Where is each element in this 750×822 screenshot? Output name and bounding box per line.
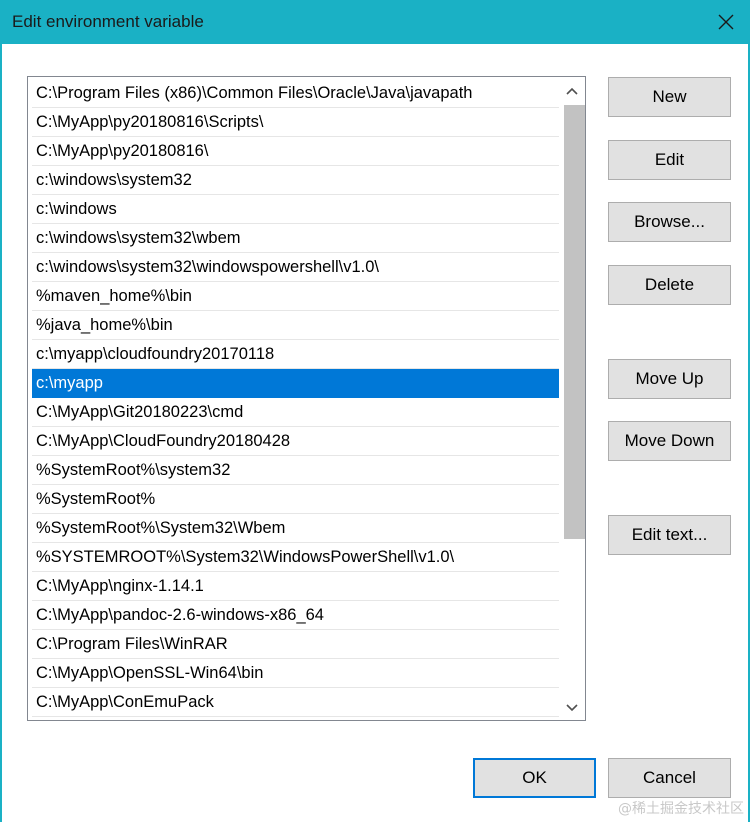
scroll-thumb[interactable] <box>564 105 585 539</box>
list-item[interactable]: c:\windows\system32\wbem <box>32 224 560 253</box>
edit-text-button[interactable]: Edit text... <box>608 515 731 555</box>
edit-button[interactable]: Edit <box>608 140 731 180</box>
new-button[interactable]: New <box>608 77 731 117</box>
list-item[interactable]: C:\MyApp\pandoc-2.6-windows-x86_64 <box>32 601 560 630</box>
ok-button[interactable]: OK <box>473 758 596 798</box>
list-item[interactable]: %java_home%\bin <box>32 311 560 340</box>
delete-button[interactable]: Delete <box>608 265 731 305</box>
list-item[interactable]: %SystemRoot% <box>32 485 560 514</box>
list-item[interactable]: C:\Program Files\WinRAR <box>32 630 560 659</box>
list-item[interactable]: %maven_home%\bin <box>32 282 560 311</box>
list-item[interactable]: %SystemRoot%\System32\Wbem <box>32 514 560 543</box>
list-item[interactable]: C:\MyApp\py20180816\Scripts\ <box>32 108 560 137</box>
list-item[interactable]: %SystemRoot%\system32 <box>32 456 560 485</box>
list-item[interactable]: C:\Program Files (x86)\Common Files\Orac… <box>32 79 560 108</box>
path-list-rows: C:\Program Files (x86)\Common Files\Orac… <box>32 79 560 717</box>
move-up-button[interactable]: Move Up <box>608 359 731 399</box>
cancel-button[interactable]: Cancel <box>608 758 731 798</box>
chevron-down-icon <box>566 704 578 712</box>
title-bar: Edit environment variable <box>0 0 750 44</box>
vertical-scrollbar[interactable] <box>559 77 585 720</box>
window-border-left <box>0 0 2 822</box>
scroll-down-button[interactable] <box>559 696 585 720</box>
scroll-up-button[interactable] <box>559 79 585 103</box>
list-item[interactable]: c:\myapp\cloudfoundry20170118 <box>32 340 560 369</box>
chevron-up-icon <box>566 87 578 95</box>
path-listbox[interactable]: C:\Program Files (x86)\Common Files\Orac… <box>27 76 586 721</box>
close-icon <box>718 14 734 30</box>
list-item[interactable]: %SYSTEMROOT%\System32\WindowsPowerShell\… <box>32 543 560 572</box>
list-item-selected[interactable]: c:\myapp <box>32 369 560 398</box>
list-item[interactable]: c:\windows\system32\windowspowershell\v1… <box>32 253 560 282</box>
close-button[interactable] <box>708 4 744 40</box>
window-title: Edit environment variable <box>12 12 204 31</box>
list-item[interactable]: C:\MyApp\CloudFoundry20180428 <box>32 427 560 456</box>
list-item[interactable]: c:\windows <box>32 195 560 224</box>
watermark: @稀土掘金技术社区 <box>618 801 744 817</box>
list-item[interactable]: C:\MyApp\nginx-1.14.1 <box>32 572 560 601</box>
list-item[interactable]: C:\MyApp\ConEmuPack <box>32 688 560 717</box>
move-down-button[interactable]: Move Down <box>608 421 731 461</box>
list-item[interactable]: C:\MyApp\Git20180223\cmd <box>32 398 560 427</box>
list-item[interactable]: C:\MyApp\OpenSSL-Win64\bin <box>32 659 560 688</box>
browse-button[interactable]: Browse... <box>608 202 731 242</box>
list-item[interactable]: c:\windows\system32 <box>32 166 560 195</box>
list-item[interactable]: C:\MyApp\py20180816\ <box>32 137 560 166</box>
